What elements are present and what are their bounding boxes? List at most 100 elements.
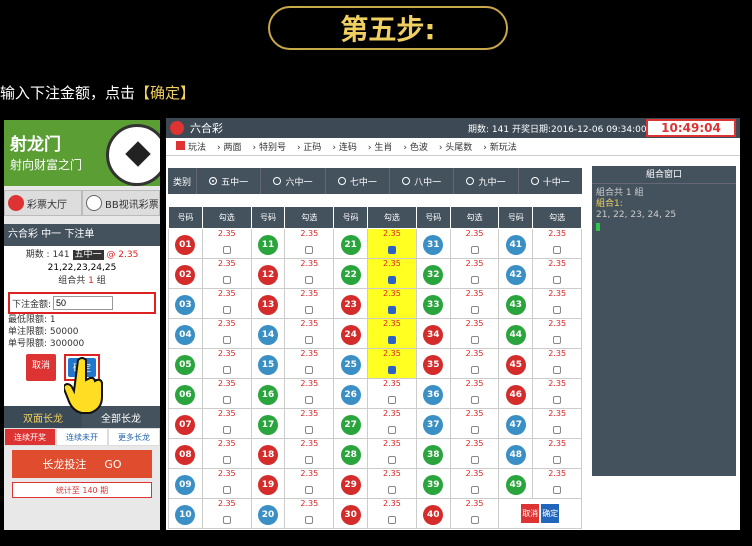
pick-cell[interactable]: 2.35 xyxy=(201,438,252,469)
pick-checkbox[interactable] xyxy=(470,486,479,494)
pick-checkbox[interactable] xyxy=(470,276,479,284)
play-item[interactable]: › 生肖 xyxy=(368,140,392,153)
pick-cell[interactable]: 2.35 xyxy=(532,438,582,469)
pick-checkbox[interactable] xyxy=(553,276,562,284)
pick-checkbox[interactable] xyxy=(305,276,314,284)
pick-checkbox[interactable] xyxy=(305,246,314,254)
pick-checkbox[interactable] xyxy=(305,336,314,344)
pick-checkbox[interactable] xyxy=(222,396,231,404)
category-option[interactable]: 十中一 xyxy=(517,168,582,194)
pick-cell[interactable]: 2.35 xyxy=(201,348,252,379)
grid-cancel-button[interactable]: 取消 xyxy=(521,504,540,523)
category-option[interactable]: 五中一 xyxy=(196,168,260,194)
category-option[interactable]: 六中一 xyxy=(260,168,324,194)
pick-cell[interactable]: 2.35 xyxy=(201,258,252,289)
pick-cell[interactable]: 2.35 xyxy=(284,378,335,409)
pick-cell[interactable]: 2.35 xyxy=(532,288,582,319)
pick-cell[interactable]: 2.35 xyxy=(284,228,335,259)
dragon-bet-button[interactable]: 长龙投注 GO xyxy=(12,450,152,478)
pick-cell[interactable]: 2.35 xyxy=(367,468,417,499)
pick-checkbox[interactable] xyxy=(387,336,396,344)
pick-checkbox[interactable] xyxy=(470,396,479,404)
pick-checkbox[interactable] xyxy=(222,306,231,314)
pick-checkbox[interactable] xyxy=(553,426,562,434)
play-item[interactable]: › 头尾数 xyxy=(439,140,472,153)
pick-checkbox[interactable] xyxy=(387,366,396,374)
pick-cell[interactable]: 2.35 xyxy=(284,498,335,529)
subtab-continuous-miss[interactable]: 连续未开 xyxy=(56,428,108,446)
pick-checkbox[interactable] xyxy=(222,276,231,284)
category-option[interactable]: 八中一 xyxy=(388,168,453,194)
pick-cell[interactable]: 2.35 xyxy=(367,348,417,379)
pick-cell[interactable]: 2.35 xyxy=(532,258,582,289)
play-item[interactable]: › 两面 xyxy=(217,140,241,153)
pick-checkbox[interactable] xyxy=(222,366,231,374)
radio-icon[interactable] xyxy=(530,177,539,185)
pick-checkbox[interactable] xyxy=(470,426,479,434)
pick-checkbox[interactable] xyxy=(387,306,396,314)
radio-icon[interactable] xyxy=(466,177,475,185)
pick-cell[interactable]: 2.35 xyxy=(201,378,252,409)
bb-video-lottery-button[interactable]: BB视讯彩票 xyxy=(82,190,160,216)
subtab-more-dragon[interactable]: 更多长龙 xyxy=(108,428,160,446)
pick-cell[interactable]: 2.35 xyxy=(367,498,417,529)
pick-cell[interactable]: 2.35 xyxy=(367,258,417,289)
pick-cell[interactable]: 2.35 xyxy=(532,378,582,409)
pick-checkbox[interactable] xyxy=(387,426,396,434)
pick-cell[interactable]: 2.35 xyxy=(284,408,335,439)
play-item[interactable]: › 特别号 xyxy=(252,140,285,153)
pick-checkbox[interactable] xyxy=(222,426,231,434)
radio-icon[interactable] xyxy=(209,177,218,185)
pick-cell[interactable]: 2.35 xyxy=(449,228,500,259)
pick-checkbox[interactable] xyxy=(553,456,562,464)
pick-checkbox[interactable] xyxy=(305,396,314,404)
pick-checkbox[interactable] xyxy=(470,336,479,344)
subtab-continuous-draw[interactable]: 连续开奖 xyxy=(4,428,56,446)
pick-checkbox[interactable] xyxy=(470,456,479,464)
cancel-button[interactable]: 取消 xyxy=(26,354,57,381)
category-option[interactable]: 九中一 xyxy=(453,168,517,194)
pick-checkbox[interactable] xyxy=(305,426,314,434)
pick-checkbox[interactable] xyxy=(387,456,396,464)
pick-cell[interactable]: 2.35 xyxy=(284,348,335,379)
pick-checkbox[interactable] xyxy=(553,396,562,404)
play-item[interactable]: 玩法 xyxy=(176,140,206,153)
pick-checkbox[interactable] xyxy=(305,516,314,524)
pick-cell[interactable]: 2.35 xyxy=(284,438,335,469)
pick-cell[interactable]: 2.35 xyxy=(201,498,252,529)
pick-cell[interactable]: 2.35 xyxy=(449,468,500,499)
pick-cell[interactable]: 2.35 xyxy=(367,408,417,439)
pick-cell[interactable]: 2.35 xyxy=(201,318,252,349)
pick-checkbox[interactable] xyxy=(470,516,479,524)
lottery-hall-button[interactable]: 彩票大厅 xyxy=(4,190,82,216)
pick-checkbox[interactable] xyxy=(387,516,396,524)
logo-banner[interactable]: 射龙门 射向财富之门 xyxy=(4,120,160,186)
pick-cell[interactable]: 2.35 xyxy=(532,318,582,349)
pick-cell[interactable]: 2.35 xyxy=(449,258,500,289)
pick-cell[interactable]: 2.35 xyxy=(532,468,582,499)
pick-cell[interactable]: 2.35 xyxy=(449,498,500,529)
category-option[interactable]: 七中一 xyxy=(324,168,389,194)
pick-checkbox[interactable] xyxy=(222,516,231,524)
pick-checkbox[interactable] xyxy=(553,246,562,254)
radio-icon[interactable] xyxy=(273,177,282,185)
pick-checkbox[interactable] xyxy=(222,486,231,494)
radio-icon[interactable] xyxy=(402,177,411,185)
pick-checkbox[interactable] xyxy=(387,246,396,254)
pick-checkbox[interactable] xyxy=(387,486,396,494)
pick-checkbox[interactable] xyxy=(387,276,396,284)
pick-cell[interactable]: 2.35 xyxy=(449,348,500,379)
pick-cell[interactable]: 2.35 xyxy=(201,288,252,319)
pick-cell[interactable]: 2.35 xyxy=(201,228,252,259)
pick-cell[interactable]: 2.35 xyxy=(367,228,417,259)
pick-checkbox[interactable] xyxy=(470,366,479,374)
pick-cell[interactable]: 2.35 xyxy=(367,438,417,469)
pick-cell[interactable]: 2.35 xyxy=(284,468,335,499)
pick-checkbox[interactable] xyxy=(305,456,314,464)
pick-cell[interactable]: 2.35 xyxy=(449,378,500,409)
pick-cell[interactable]: 2.35 xyxy=(367,318,417,349)
bet-amount-input[interactable] xyxy=(53,296,114,310)
pick-checkbox[interactable] xyxy=(553,366,562,374)
play-item[interactable]: › 色波 xyxy=(403,140,427,153)
radio-icon[interactable] xyxy=(337,177,346,185)
